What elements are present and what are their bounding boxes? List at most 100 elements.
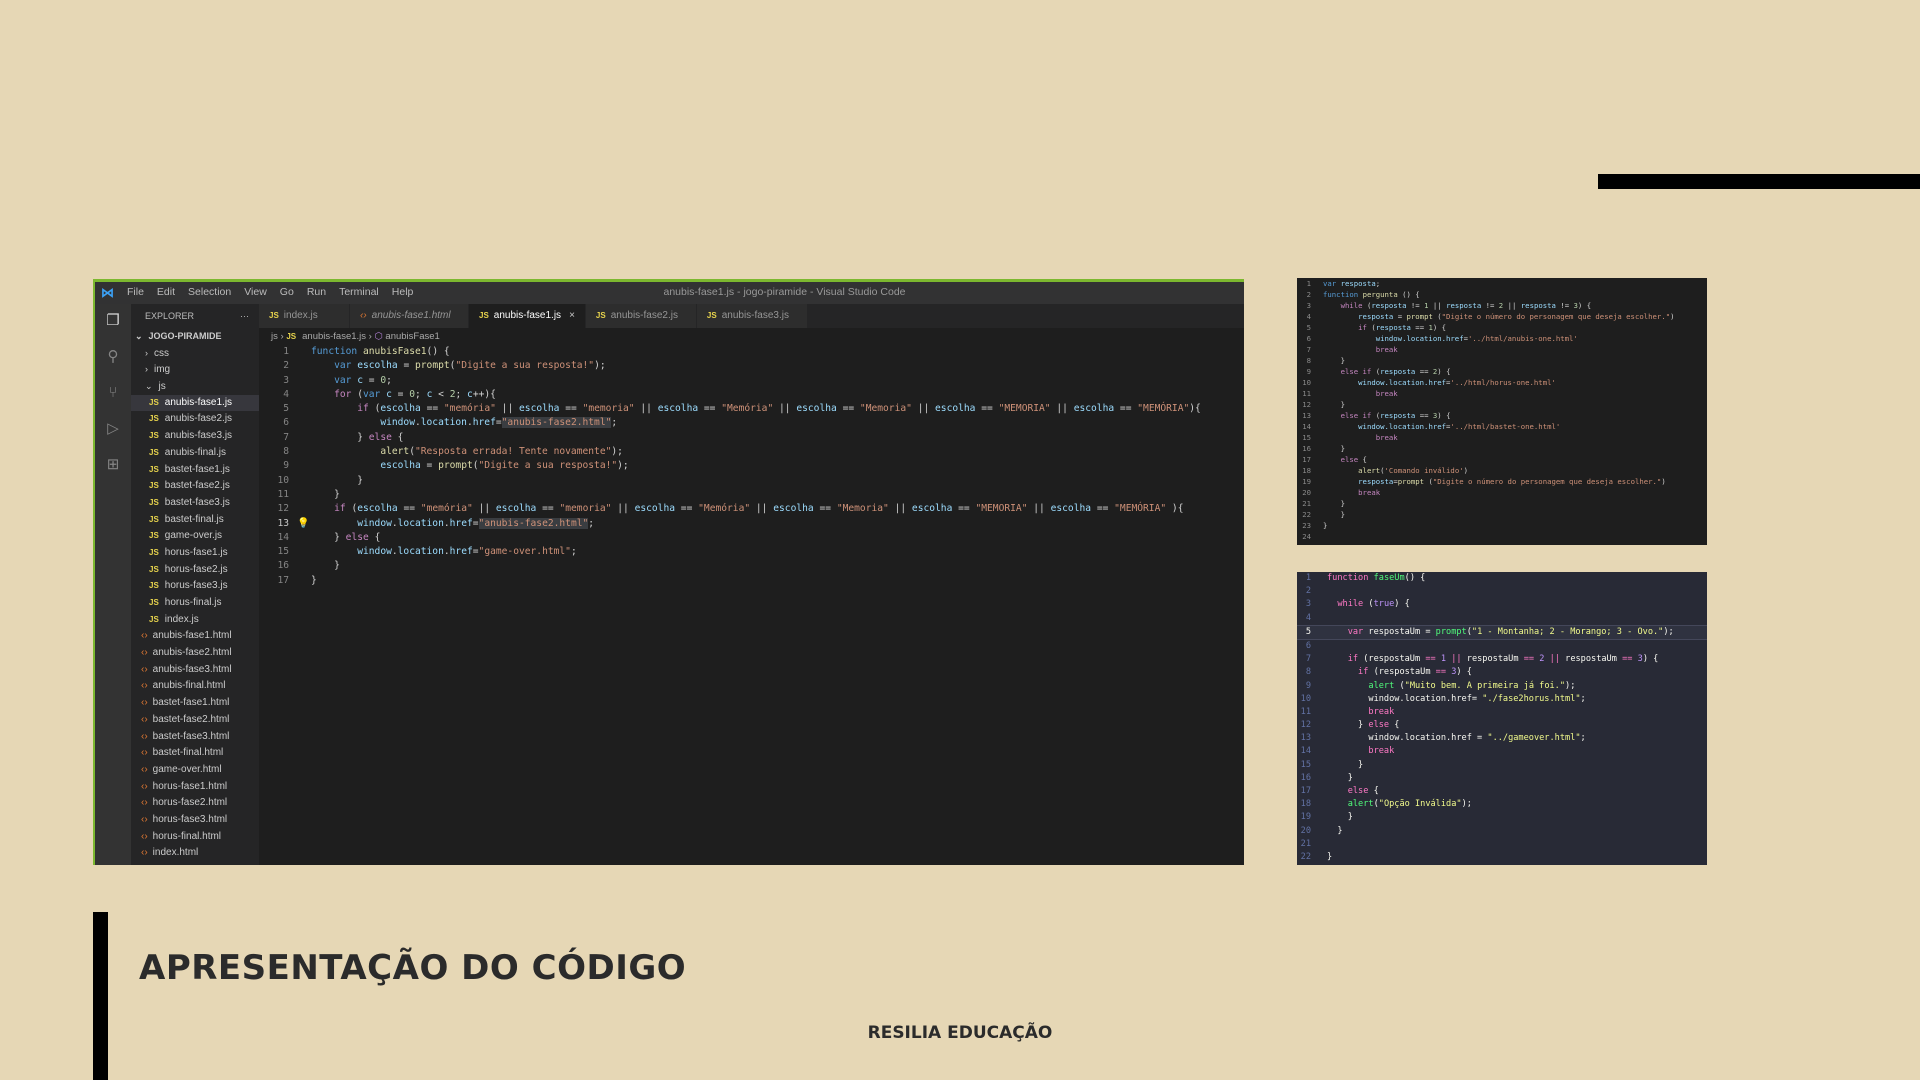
file-item[interactable]: JS anubis-fase3.js [131, 428, 259, 445]
tab-bar: JS index.js ‹› anubis-fase1.html JS anubis-… [259, 304, 1244, 328]
code-line: 2 var escolha = prompt("Digite a sua res… [283, 360, 606, 372]
html-file-icon: ‹› [141, 647, 148, 659]
js-file-icon: JS [149, 397, 159, 407]
html-file-icon: ‹› [141, 747, 148, 759]
extensions-icon[interactable]: ⊞ [104, 456, 122, 474]
folder-css[interactable]: › css [131, 345, 259, 362]
file-tree: ⌄ JOGO-PIRAMIDE › css › img ⌄ js JS anubis-fa… [131, 328, 259, 862]
code-line: 15 window.location.href="game-over.html"… [277, 546, 577, 558]
code-snippet-2: 1 function faseUm() { 2 3 while (true) { … [1297, 572, 1707, 865]
lightbulb-icon[interactable]: 💡 [297, 517, 309, 531]
file-item[interactable]: JS horus-final.js [131, 595, 259, 612]
breadcrumb-folder[interactable]: js [271, 331, 278, 342]
tab-index-js[interactable]: JS index.js [259, 304, 350, 328]
file-item[interactable]: ‹› index.html [131, 845, 259, 862]
file-item[interactable]: ‹› bastet-fase3.html [131, 729, 259, 746]
code-snippet-1: 1 var resposta; 2 function pergunta () { 3… [1297, 278, 1707, 545]
file-item[interactable]: ‹› game-over.html [131, 762, 259, 779]
js-file-icon: JS [706, 311, 717, 320]
file-item[interactable]: ‹› horus-fase3.html [131, 812, 259, 829]
breadcrumb-file[interactable]: anubis-fase1.js [302, 331, 366, 342]
js-file-icon: JS [149, 447, 159, 457]
html-file-icon: ‹› [141, 763, 148, 775]
code-line: 1 function anubisFase1() { [283, 346, 450, 357]
js-file-icon: JS [269, 311, 279, 320]
file-item[interactable]: ‹› horus-fase1.html [131, 779, 259, 796]
folder-img[interactable]: › img [131, 361, 259, 378]
js-file-icon: JS [149, 564, 159, 574]
file-item[interactable]: ‹› anubis-fase1.html [131, 628, 259, 645]
chevron-down-icon: ⌄ [135, 331, 143, 341]
html-file-icon: ‹› [141, 680, 148, 692]
code-line-current: 13 💡 window.location.href="anubis-fase2.h… [259, 517, 1244, 531]
html-file-icon: ‹› [141, 713, 148, 725]
code-line: 8 alert("Resposta errada! Tente novament… [283, 446, 623, 458]
html-file-icon: ‹› [141, 813, 148, 825]
code-line: 16 } [277, 560, 340, 572]
file-item[interactable]: JS horus-fase3.js [131, 578, 259, 595]
html-file-icon: ‹› [141, 697, 148, 709]
title-bar: ⋈ File Edit Selection View Go Run Termin… [95, 282, 1244, 304]
code-line: 17} [277, 574, 317, 586]
more-actions-icon[interactable]: ··· [240, 304, 249, 328]
breadcrumb-symbol[interactable]: anubisFase1 [385, 331, 439, 342]
js-file-icon: JS [149, 431, 159, 441]
chevron-right-icon: › [145, 347, 148, 358]
html-file-icon: ‹› [141, 780, 148, 792]
js-file-icon: JS [149, 481, 159, 491]
js-file-icon: JS [286, 332, 297, 341]
js-file-icon: JS [149, 614, 159, 624]
file-item[interactable]: JS horus-fase2.js [131, 562, 259, 579]
explorer-header: EXPLORER ··· [131, 304, 259, 328]
code-editor[interactable]: 1 function anubisFase1() { 2 var escolha … [259, 345, 1244, 588]
file-item[interactable]: JS bastet-final.js [131, 512, 259, 529]
file-item[interactable]: JS index.js [131, 612, 259, 629]
file-item[interactable]: JS anubis-final.js [131, 445, 259, 462]
file-item[interactable]: JS game-over.js [131, 528, 259, 545]
file-item[interactable]: ‹› anubis-fase2.html [131, 645, 259, 662]
html-file-icon: ‹› [141, 730, 148, 742]
js-file-icon: JS [149, 497, 159, 507]
file-item[interactable]: ‹› bastet-fase2.html [131, 712, 259, 729]
symbol-function-icon: ⬡ [374, 331, 383, 342]
accent-bar-left [93, 912, 108, 1080]
accent-bar-top [1598, 174, 1920, 189]
file-item[interactable]: ‹› horus-fase2.html [131, 795, 259, 812]
breadcrumb: js › JS anubis-fase1.js › ⬡ anubisFase1 [271, 331, 440, 342]
file-item[interactable]: ‹› bastet-final.html [131, 745, 259, 762]
code-line: 4 for (var c = 0; c < 2; c++){ [283, 388, 496, 400]
tab-anubis-fase2-js[interactable]: JS anubis-fase2.js [585, 304, 697, 328]
explorer-sidebar: EXPLORER ··· ⌄ JOGO-PIRAMIDE › css › img ⌄ j… [131, 304, 259, 865]
html-file-icon: ‹› [141, 797, 148, 809]
file-item[interactable]: ‹› bastet-fase1.html [131, 695, 259, 712]
files-icon[interactable]: ❐ [104, 312, 122, 330]
window-title: anubis-fase1.js - jogo-piramide - Visual… [663, 286, 906, 298]
file-item[interactable]: ‹› horus-final.html [131, 829, 259, 846]
file-item[interactable]: JS bastet-fase2.js [131, 478, 259, 495]
close-icon[interactable]: × [569, 310, 575, 321]
tab-anubis-fase1-html[interactable]: ‹› anubis-fase1.html [350, 304, 469, 328]
folder-js[interactable]: ⌄ js [131, 378, 259, 395]
tab-anubis-fase3-js[interactable]: JS anubis-fase3.js [696, 304, 808, 328]
code-line: 7 } else { [283, 431, 404, 443]
js-file-icon: JS [149, 514, 159, 524]
tab-anubis-fase1-js[interactable]: JS anubis-fase1.js × [469, 304, 586, 328]
js-file-icon: JS [595, 311, 606, 320]
search-icon[interactable]: ⚲ [104, 348, 122, 366]
file-item[interactable]: JS bastet-fase3.js [131, 495, 259, 512]
file-item[interactable]: ‹› anubis-final.html [131, 678, 259, 695]
file-item[interactable]: JS horus-fase1.js [131, 545, 259, 562]
js-file-icon: JS [479, 311, 489, 320]
source-control-icon[interactable]: ⑂ [104, 384, 122, 402]
file-item[interactable]: JS anubis-fase1.js [131, 394, 259, 412]
slide-footer: RESILIA EDUCAÇÃO [867, 1023, 1053, 1043]
file-item[interactable]: JS bastet-fase1.js [131, 462, 259, 479]
js-file-icon: JS [149, 414, 159, 424]
file-item[interactable]: ‹› anubis-fase3.html [131, 662, 259, 679]
project-folder[interactable]: ⌄ JOGO-PIRAMIDE [131, 328, 259, 345]
file-item[interactable]: JS anubis-fase2.js [131, 411, 259, 428]
code-line: 14 } else { [277, 531, 381, 543]
run-debug-icon[interactable]: ▷ [104, 420, 122, 438]
explorer-label: EXPLORER [145, 311, 195, 321]
chevron-down-icon: ⌄ [145, 381, 153, 392]
